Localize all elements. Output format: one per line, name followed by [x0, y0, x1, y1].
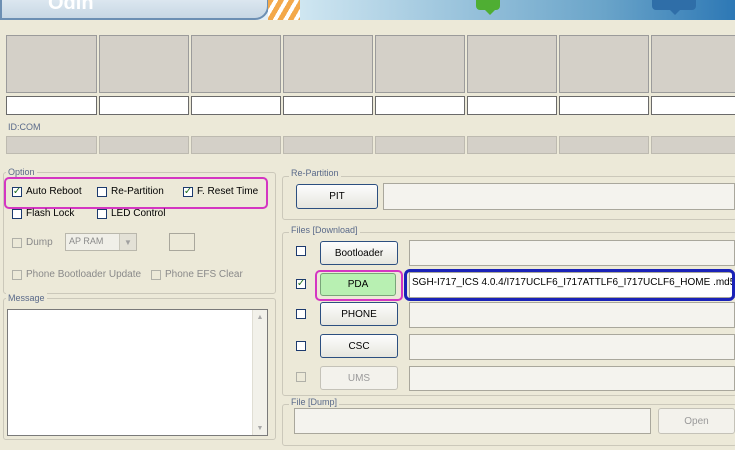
dump-checkbox[interactable]: Dump — [12, 237, 53, 248]
checkmark-icon: ✓ — [183, 185, 193, 197]
app-title: Odin — [48, 0, 94, 14]
phone-efs-clear-checkbox[interactable]: Phone EFS Clear — [151, 269, 243, 280]
phone-bootloader-update-checkbox[interactable]: Phone Bootloader Update — [12, 269, 141, 280]
file-dump-label: File [Dump] — [289, 397, 340, 407]
dump-target-value: AP RAM — [69, 236, 104, 246]
ums-file-field[interactable] — [409, 366, 735, 391]
id-com-field — [559, 136, 649, 154]
port-status-box — [467, 35, 557, 93]
pda-checkbox[interactable]: ✓ — [296, 279, 306, 289]
id-com-field — [651, 136, 735, 154]
open-button[interactable]: Open — [658, 408, 735, 434]
port-progress-field — [375, 96, 465, 115]
dump-target-select[interactable]: AP RAM ▼ — [65, 233, 137, 251]
message-textarea[interactable]: ▲ ▼ — [7, 309, 268, 436]
phone-checkbox[interactable] — [296, 309, 306, 319]
csc-button[interactable]: CSC — [320, 334, 398, 358]
re-partition-checkbox[interactable]: Re-Partition — [97, 186, 164, 197]
phone-file-field[interactable] — [409, 302, 735, 328]
auto-reboot-label: Auto Reboot — [26, 186, 82, 197]
id-com-field — [99, 136, 189, 154]
option-label: Option — [6, 167, 37, 177]
port-progress-field — [6, 96, 97, 115]
phone-button[interactable]: PHONE — [320, 302, 398, 326]
app-banner: Odin — [0, 0, 735, 20]
checkmark-icon: ✓ — [296, 278, 306, 289]
id-com-field — [283, 136, 373, 154]
ums-checkbox[interactable] — [296, 372, 306, 382]
pit-file-field[interactable] — [383, 183, 735, 210]
f-reset-time-checkbox[interactable]: ✓ F. Reset Time — [183, 186, 258, 197]
csc-file-field[interactable] — [409, 334, 735, 360]
port-status-box — [651, 35, 735, 93]
dump-file-field[interactable] — [294, 408, 651, 434]
pit-button[interactable]: PIT — [296, 184, 378, 209]
port-progress-field — [651, 96, 735, 115]
ums-button[interactable]: UMS — [320, 366, 398, 390]
port-progress-field — [283, 96, 373, 115]
message-label: Message — [6, 293, 47, 303]
flash-lock-checkbox[interactable]: Flash Lock — [12, 208, 74, 219]
id-com-field — [191, 136, 281, 154]
port-status-box — [375, 35, 465, 93]
port-status-box — [283, 35, 373, 93]
map-marker-green-icon — [476, 0, 500, 15]
id-com-field — [6, 136, 97, 154]
message-scrollbar[interactable]: ▲ ▼ — [252, 310, 267, 435]
auto-reboot-checkbox[interactable]: ✓ Auto Reboot — [12, 186, 82, 197]
map-marker-blue-icon — [652, 0, 696, 15]
port-progress-field — [191, 96, 281, 115]
led-control-checkbox[interactable]: LED Control — [97, 208, 165, 219]
bootloader-file-field[interactable] — [409, 240, 735, 266]
title-tab — [0, 0, 269, 20]
csc-checkbox[interactable] — [296, 341, 306, 351]
flash-lock-label: Flash Lock — [26, 208, 75, 219]
checkmark-icon: ✓ — [12, 185, 22, 197]
scroll-up-icon[interactable]: ▲ — [253, 310, 267, 324]
re-partition-label: Re-Partition — [111, 186, 164, 197]
repartition-label: Re-Partition — [289, 168, 341, 178]
id-com-field — [375, 136, 465, 154]
bootloader-button[interactable]: Bootloader — [320, 241, 398, 265]
files-label: Files [Download] — [289, 225, 360, 235]
led-control-label: LED Control — [111, 208, 166, 219]
f-reset-time-label: F. Reset Time — [197, 186, 259, 197]
port-status-box — [6, 35, 97, 93]
scroll-down-icon[interactable]: ▼ — [253, 421, 267, 435]
pda-button[interactable]: PDA — [320, 273, 396, 296]
pda-path-highlight — [404, 269, 735, 301]
port-status-box — [191, 35, 281, 93]
port-progress-field — [559, 96, 649, 115]
port-status-box — [559, 35, 649, 93]
bootloader-checkbox[interactable] — [296, 246, 306, 256]
port-status-box — [99, 35, 189, 93]
chevron-down-icon: ▼ — [119, 234, 136, 250]
port-progress-field — [99, 96, 189, 115]
id-com-field — [467, 136, 557, 154]
phone-efs-clear-label: Phone EFS Clear — [165, 269, 243, 280]
id-com-label: ID:COM — [8, 122, 41, 132]
dump-id-field[interactable] — [169, 233, 195, 251]
port-progress-field — [467, 96, 557, 115]
phone-bootloader-update-label: Phone Bootloader Update — [26, 269, 142, 280]
dump-label: Dump — [26, 237, 53, 248]
